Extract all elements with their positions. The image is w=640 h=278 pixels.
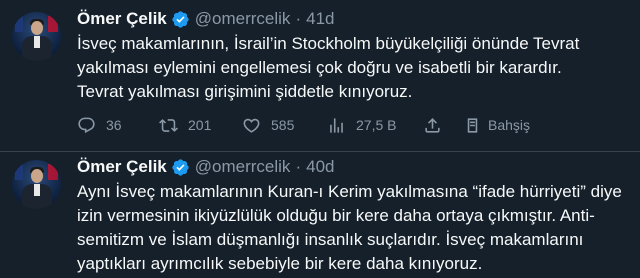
retweet-icon <box>159 118 178 132</box>
tweet-text-line: Aynı İsveç makamlarının Kuran-ı Kerim ya… <box>77 182 622 201</box>
tip-icon <box>467 117 478 133</box>
tweet-text-line: Tevrat yakılması girişimini şiddetle kın… <box>77 82 413 101</box>
tweet-text-line: İsveç makamlarının, İsrail’in Stockholm … <box>77 34 580 53</box>
share-icon <box>425 117 440 133</box>
like-icon <box>243 118 260 133</box>
tweet-time[interactable]: 40d <box>306 157 334 177</box>
views-count: 27,5 B <box>356 117 397 133</box>
reply-icon <box>78 117 95 133</box>
tip-label: Bahşiş <box>488 117 531 133</box>
author-handle[interactable]: @omerrcelik <box>195 9 291 29</box>
tweet[interactable]: Ömer Çelik @omerrcelik · 40d Aynı İsveç … <box>0 151 640 278</box>
tweet[interactable]: Ömer Çelik @omerrcelik · 41d İsveç makam… <box>0 0 640 151</box>
tweet-actions: 36 201 585 27,5 B Bahşiş <box>77 113 547 137</box>
tweet-text: Aynı İsveç makamlarının Kuran-ı Kerim ya… <box>77 180 633 276</box>
tweet-text-line: yakılması eylemini engellemesi çok doğru… <box>77 58 562 77</box>
author-handle[interactable]: @omerrcelik <box>195 157 291 177</box>
like-button[interactable]: 585 <box>242 113 294 137</box>
tweet-text-line: izin vermesinin ikiyüzlülük olduğu bir k… <box>77 206 595 225</box>
reply-count: 36 <box>106 117 122 133</box>
tip-button[interactable]: Bahşiş <box>463 113 530 137</box>
tweet-text: İsveç makamlarının, İsrail’in Stockholm … <box>77 32 633 104</box>
like-count: 585 <box>271 117 295 133</box>
share-button[interactable] <box>423 113 442 137</box>
header-separator: · <box>295 9 302 28</box>
verified-badge-icon <box>172 10 189 28</box>
retweet-count: 201 <box>188 117 212 133</box>
tweet-header: Ömer Çelik @omerrcelik · 41d <box>77 8 334 30</box>
avatar[interactable] <box>12 160 61 209</box>
retweet-button[interactable]: 201 <box>159 113 211 137</box>
tweet-header: Ömer Çelik @omerrcelik · 40d <box>77 156 334 178</box>
reply-button[interactable]: 36 <box>77 113 122 137</box>
verified-badge-icon <box>172 158 189 176</box>
tweet-time[interactable]: 41d <box>306 9 334 29</box>
tweet-text-line: yaptıkları ayrımcılık sebebiyle bir kere… <box>77 254 483 273</box>
avatar[interactable] <box>12 12 61 61</box>
tweet-text-line: semitizm ve İslam düşmanlığı insanlık su… <box>77 230 584 249</box>
views-button[interactable]: 27,5 B <box>327 113 396 137</box>
author-name[interactable]: Ömer Çelik <box>77 157 167 177</box>
author-name[interactable]: Ömer Çelik <box>77 9 167 29</box>
views-icon <box>330 117 343 133</box>
header-separator: · <box>295 157 302 176</box>
